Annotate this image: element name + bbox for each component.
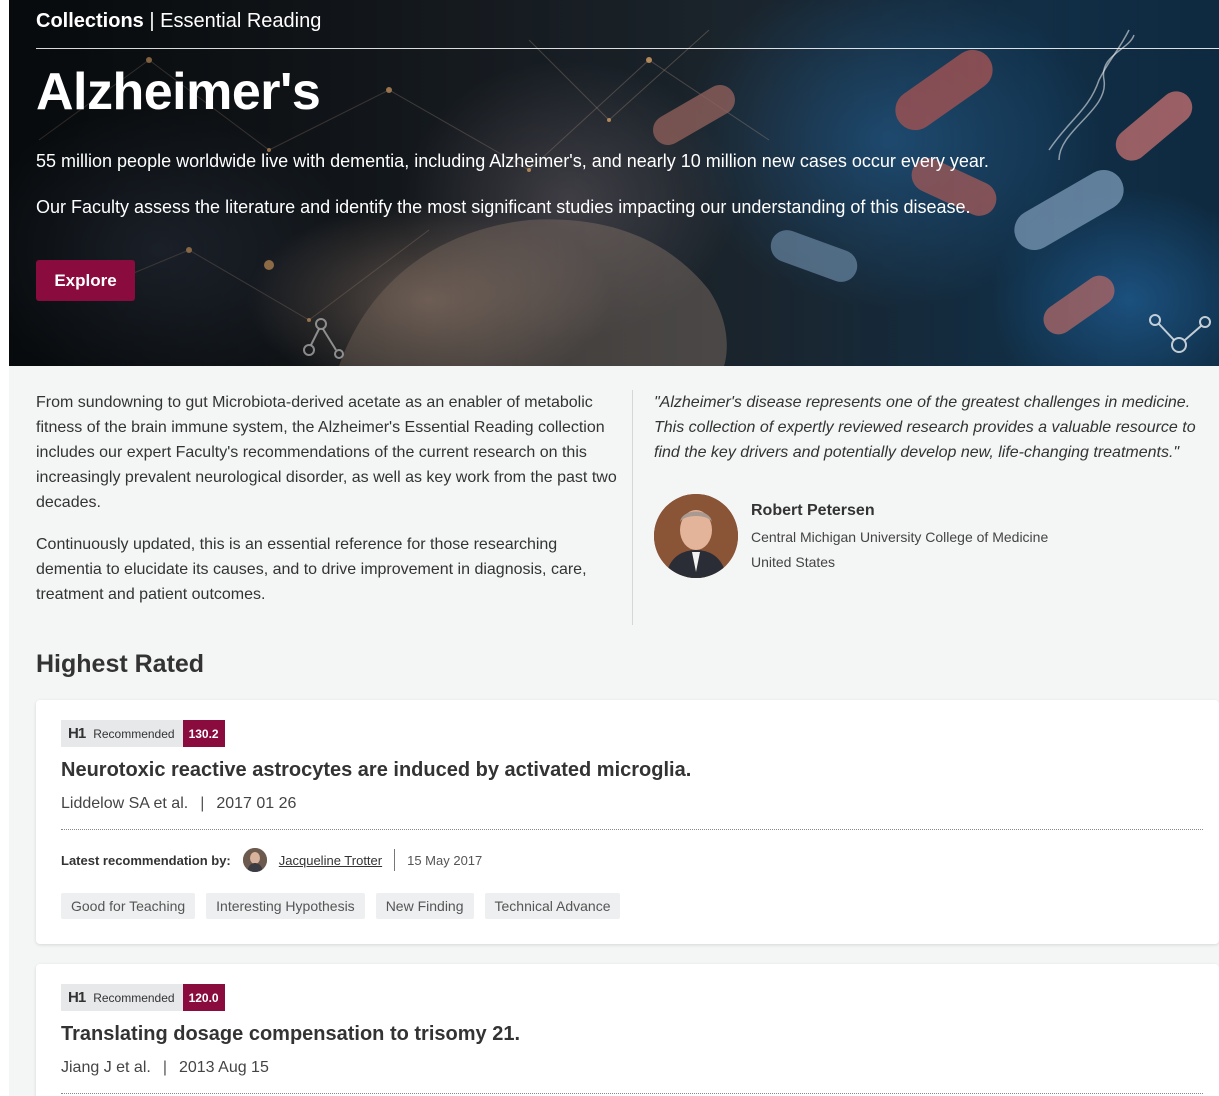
expert-avatar — [654, 494, 738, 578]
expert-country: United States — [751, 554, 836, 570]
intro-text: From sundowning to gut Microbiota-derive… — [36, 390, 621, 624]
recommender-link[interactable]: Jacqueline Trotter — [279, 853, 382, 868]
recommender-portrait-icon — [242, 848, 267, 872]
breadcrumb-current: Essential Reading — [160, 10, 322, 32]
expert-name: Robert Petersen — [751, 502, 875, 519]
h1-logo-icon: H1 — [68, 989, 86, 1006]
tag-new-finding[interactable]: New Finding — [375, 893, 474, 919]
tag-interesting-hypothesis[interactable]: Interesting Hypothesis — [206, 893, 365, 919]
article-meta: Jiang J et al. | 2013 Aug 15 — [61, 1059, 269, 1076]
article-date: 2017 01 26 — [216, 795, 297, 812]
article-authors: Jiang J et al. — [61, 1059, 151, 1076]
breadcrumb-separator: | — [143, 10, 161, 32]
h1-logo-icon: H1 — [68, 725, 86, 742]
recommended-badge: H1 Recommended 130.2 — [61, 720, 225, 747]
hero-description-2: Our Faculty assess the literature and id… — [36, 197, 971, 217]
score-badge: 130.2 — [182, 720, 225, 747]
article-card: H1 Recommended 120.0 Translating dosage … — [36, 964, 1219, 1096]
explore-button[interactable]: Explore — [36, 260, 135, 301]
article-date: 2013 Aug 15 — [178, 1059, 269, 1076]
breadcrumb: Collections | Essential Reading — [36, 10, 321, 33]
page-title: Alzheimer's — [36, 63, 321, 121]
expert-quote: "Alzheimer's disease represents one of t… — [654, 394, 1196, 461]
recommendation-date: 15 May 2017 — [407, 852, 483, 868]
intro-paragraph-2: Continuously updated, this is an essenti… — [36, 536, 587, 603]
hero-banner: Collections | Essential Reading Alzheime… — [9, 0, 1219, 366]
hero-divider — [36, 48, 1219, 49]
breadcrumb-collections[interactable]: Collections — [36, 10, 144, 32]
article-meta: Liddelow SA et al. | 2017 01 26 — [61, 795, 297, 812]
expert-institution: Central Michigan University College of M… — [751, 529, 1049, 545]
badge-label: Recommended — [93, 990, 175, 1005]
latest-recommendation: Latest recommendation by: Jacqueline Tro… — [61, 846, 482, 874]
recommended-badge: H1 Recommended 120.0 — [61, 984, 225, 1011]
tag-good-for-teaching[interactable]: Good for Teaching — [61, 893, 196, 919]
hero-description-1: 55 million people worldwide live with de… — [36, 151, 989, 171]
page: Collections | Essential Reading Alzheime… — [9, 0, 1219, 1096]
intro-divider — [632, 390, 633, 625]
article-title[interactable]: Neurotoxic reactive astrocytes are induc… — [61, 759, 691, 782]
intro-paragraph-1: From sundowning to gut Microbiota-derive… — [36, 394, 617, 511]
dotted-divider — [61, 1093, 1203, 1094]
score-badge: 120.0 — [182, 984, 225, 1011]
latest-recommendation-label: Latest recommendation by: — [61, 852, 231, 868]
article-authors: Liddelow SA et al. — [61, 795, 189, 812]
badge-label: Recommended — [93, 726, 175, 741]
section-title-highest-rated: Highest Rated — [36, 650, 205, 678]
tag-technical-advance[interactable]: Technical Advance — [484, 893, 621, 919]
recommender-avatar — [242, 848, 267, 872]
dotted-divider — [61, 829, 1203, 830]
article-title[interactable]: Translating dosage compensation to triso… — [61, 1023, 520, 1046]
article-card: H1 Recommended 130.2 Neurotoxic reactive… — [36, 700, 1219, 944]
expert-portrait-icon — [654, 494, 738, 578]
tag-list: Good for Teaching Interesting Hypothesis… — [61, 893, 621, 919]
